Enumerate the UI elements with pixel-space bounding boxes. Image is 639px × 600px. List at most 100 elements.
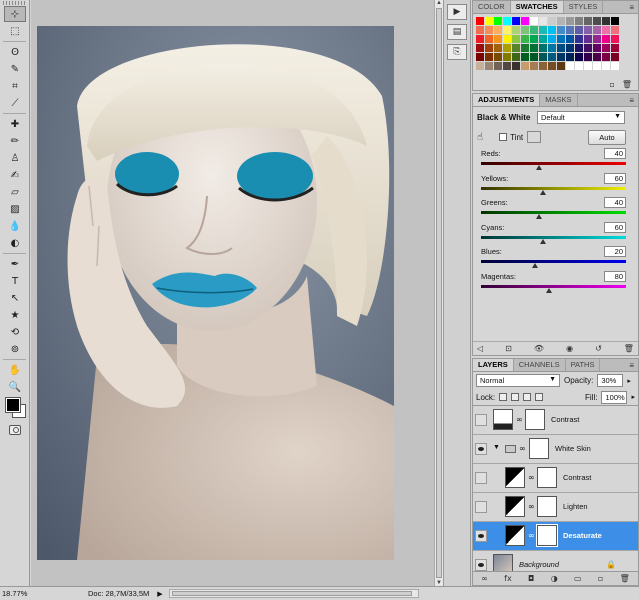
color-swatch[interactable] (512, 53, 520, 61)
color-swatch[interactable] (530, 44, 538, 52)
color-swatch[interactable] (476, 62, 484, 70)
slider-value-field[interactable]: 80 (604, 270, 626, 282)
lock-pixels-icon[interactable] (511, 393, 520, 401)
zoom-level[interactable]: 18.77% (0, 589, 30, 598)
color-swatch[interactable] (530, 17, 538, 25)
color-swatch[interactable] (593, 62, 601, 70)
color-swatch[interactable] (602, 62, 610, 70)
layer-row[interactable]: ▼ ∞ White Skin (473, 435, 638, 464)
color-swatch[interactable] (548, 44, 556, 52)
gradient-tool-icon[interactable]: ▨ (4, 201, 26, 217)
visibility-eye-icon[interactable] (475, 443, 487, 455)
color-swatch[interactable] (557, 17, 565, 25)
layer-row[interactable]: ∞ Contrast (473, 464, 638, 493)
panel-menu-icon[interactable]: ≡ (629, 96, 634, 105)
panel-menu-icon[interactable]: ≡ (629, 3, 634, 12)
lock-all-icon[interactable] (535, 393, 544, 401)
slider-track[interactable] (481, 162, 626, 165)
color-swatch[interactable] (602, 26, 610, 34)
slider-value-field[interactable]: 60 (604, 172, 626, 184)
canvas-horizontal-scrollbar[interactable] (168, 589, 419, 598)
color-swatch[interactable] (503, 26, 511, 34)
tools-grip[interactable] (3, 1, 26, 5)
slider-track[interactable] (481, 284, 626, 288)
color-swatch[interactable] (593, 26, 601, 34)
visibility-eye-icon[interactable] (475, 530, 487, 542)
color-swatch[interactable] (575, 53, 583, 61)
lock-position-icon[interactable] (523, 393, 532, 401)
color-swatch[interactable] (539, 17, 547, 25)
color-swatch[interactable] (521, 44, 529, 52)
color-swatch[interactable] (539, 53, 547, 61)
color-swatch[interactable] (584, 35, 592, 43)
color-swatch[interactable] (611, 62, 619, 70)
color-swatch[interactable] (539, 35, 547, 43)
color-swatch[interactable] (548, 35, 556, 43)
color-swatch[interactable] (530, 26, 538, 34)
reset-icon[interactable]: ↺ (595, 344, 602, 353)
color-swatch[interactable] (476, 17, 484, 25)
delete-swatch-icon[interactable]: 🗑 (622, 80, 632, 89)
adjustment-thumbnail[interactable] (505, 525, 525, 546)
color-swatch[interactable] (494, 44, 502, 52)
color-swatch[interactable] (539, 26, 547, 34)
adjustment-thumbnail[interactable] (505, 496, 525, 517)
color-swatch[interactable] (566, 44, 574, 52)
panel-menu-icon[interactable]: ≡ (629, 361, 634, 370)
color-swatch[interactable] (593, 35, 601, 43)
type-tool-icon[interactable]: T (4, 273, 26, 289)
color-swatch[interactable] (557, 62, 565, 70)
slider-knob[interactable] (536, 165, 542, 170)
color-swatch[interactable] (494, 35, 502, 43)
canvas-vertical-scrollbar[interactable]: ▲ ▼ (434, 0, 443, 586)
color-swatch[interactable] (575, 26, 583, 34)
visibility-eye-icon[interactable] (475, 559, 487, 571)
clone-stamp-tool-icon[interactable]: ♙ (4, 150, 26, 166)
color-swatch[interactable] (476, 53, 484, 61)
shape-tool-icon[interactable]: ★ (4, 307, 26, 323)
tab-adjustments[interactable]: ADJUSTMENTS (473, 94, 541, 106)
marquee-tool-icon[interactable]: ⬚ (4, 23, 26, 39)
layer-mask-thumbnail[interactable] (536, 524, 558, 547)
healing-brush-tool-icon[interactable]: ✚ (4, 116, 26, 132)
targeted-adjust-icon[interactable]: ☝ (477, 132, 483, 143)
color-swatch[interactable] (512, 44, 520, 52)
color-swatch[interactable] (611, 53, 619, 61)
new-layer-icon[interactable]: ▫ (598, 574, 603, 583)
color-swatch[interactable] (584, 17, 592, 25)
tab-layers[interactable]: LAYERS (473, 359, 514, 371)
color-swatch[interactable] (566, 17, 574, 25)
slider-knob[interactable] (540, 238, 547, 244)
status-menu-arrow-icon[interactable]: ▶ (157, 590, 162, 598)
color-swatch[interactable] (485, 53, 493, 61)
toggle-visibility-icon[interactable]: 👁 (534, 344, 544, 353)
tint-checkbox[interactable] (499, 133, 508, 141)
layer-row[interactable]: ∞ Contrast (473, 406, 638, 435)
color-swatch[interactable] (557, 53, 565, 61)
color-swatch[interactable] (593, 53, 601, 61)
slider-track[interactable] (481, 260, 626, 263)
color-swatch[interactable] (503, 17, 511, 25)
visibility-eye-icon[interactable] (475, 414, 487, 426)
layer-mask-thumbnail[interactable] (529, 438, 549, 459)
expand-triangle-icon[interactable]: ▼ (493, 444, 500, 451)
color-swatch[interactable] (503, 44, 511, 52)
slider-value-field[interactable]: 40 (604, 148, 626, 159)
color-swatch[interactable] (575, 44, 583, 52)
color-swatch[interactable] (548, 26, 556, 34)
color-swatch[interactable] (575, 35, 583, 43)
blur-tool-icon[interactable]: 💧 (4, 218, 26, 234)
color-swatch[interactable] (602, 17, 610, 25)
color-swatch[interactable] (539, 44, 547, 52)
scroll-thumb[interactable] (171, 591, 412, 596)
slider-value-field[interactable]: 60 (604, 221, 626, 233)
previous-state-icon[interactable]: ◉ (566, 344, 573, 353)
color-swatch[interactable] (584, 44, 592, 52)
color-swatch[interactable] (521, 62, 529, 70)
color-swatch[interactable] (485, 35, 493, 43)
layer-row[interactable]: ∞ Lighten (473, 493, 638, 522)
new-group-icon[interactable]: ▭ (574, 574, 582, 583)
color-swatch[interactable] (575, 17, 583, 25)
color-swatch[interactable] (611, 26, 619, 34)
color-swatch[interactable] (530, 62, 538, 70)
